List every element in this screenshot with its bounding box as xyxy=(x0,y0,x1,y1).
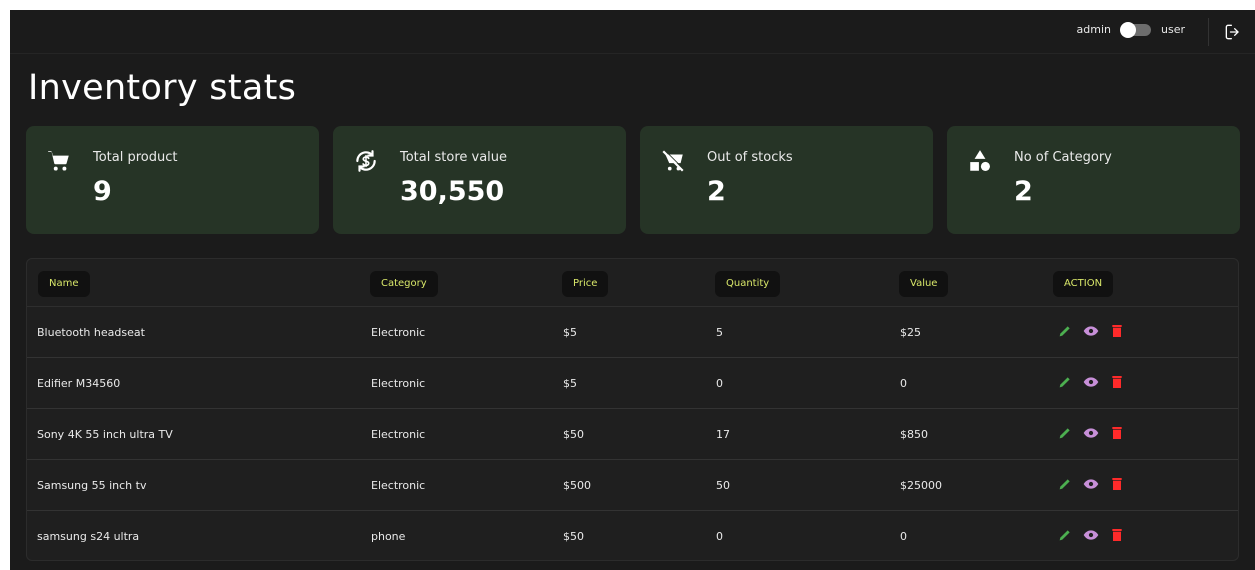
cell-quantity: 17 xyxy=(716,428,730,441)
cell-name: Edifier M34560 xyxy=(37,377,121,390)
table-header: Name Category Price Quantity Value ACTIO… xyxy=(27,259,1238,307)
role-toggle[interactable] xyxy=(1120,21,1151,38)
cell-category: Electronic xyxy=(371,479,426,492)
role-user-label: user xyxy=(1161,23,1185,36)
stat-label: Total product xyxy=(93,150,178,165)
cell-price: $5 xyxy=(563,326,577,339)
divider xyxy=(1208,18,1209,46)
remove-cart-icon xyxy=(662,149,685,172)
cell-price: $5 xyxy=(563,377,577,390)
toggle-knob xyxy=(1120,21,1136,38)
cell-name: Sony 4K 55 inch ultra TV xyxy=(37,428,173,441)
edit-icon[interactable] xyxy=(1057,323,1073,339)
table-row: Bluetooth headseat Electronic $5 5 $25 xyxy=(27,307,1238,358)
cell-value: 0 xyxy=(900,530,907,543)
table-row: Samsung 55 inch tv Electronic $500 50 $2… xyxy=(27,460,1238,511)
cell-quantity: 5 xyxy=(716,326,723,339)
cell-name: Bluetooth headseat xyxy=(37,326,145,339)
cell-quantity: 50 xyxy=(716,479,730,492)
edit-icon[interactable] xyxy=(1057,374,1073,390)
view-icon[interactable] xyxy=(1083,425,1099,441)
cell-value: $25000 xyxy=(900,479,942,492)
cell-price: $50 xyxy=(563,428,584,441)
row-actions xyxy=(1057,476,1135,492)
delete-icon[interactable] xyxy=(1109,374,1125,390)
stat-value: 9 xyxy=(93,176,112,207)
cell-price: $500 xyxy=(563,479,591,492)
table-body: Bluetooth headseat Electronic $5 5 $25 E… xyxy=(27,307,1238,560)
stat-label: Out of stocks xyxy=(707,150,793,165)
stat-card-out-of-stocks: Out of stocks 2 xyxy=(640,126,933,234)
edit-icon[interactable] xyxy=(1057,527,1073,543)
view-icon[interactable] xyxy=(1083,527,1099,543)
role-switch: admin user xyxy=(1076,21,1185,38)
stats-cards: Total product 9 Total store value 30,550… xyxy=(26,126,1240,234)
stat-label: No of Category xyxy=(1014,150,1112,165)
delete-icon[interactable] xyxy=(1109,323,1125,339)
edit-icon[interactable] xyxy=(1057,476,1073,492)
header-action[interactable]: ACTION xyxy=(1053,271,1114,297)
cell-quantity: 0 xyxy=(716,530,723,543)
cell-value: 0 xyxy=(900,377,907,390)
cell-price: $50 xyxy=(563,530,584,543)
inventory-table: Name Category Price Quantity Value ACTIO… xyxy=(26,258,1239,561)
row-actions xyxy=(1057,374,1135,390)
cell-value: $25 xyxy=(900,326,921,339)
table-row: samsung s24 ultra phone $50 0 0 xyxy=(27,511,1238,560)
delete-icon[interactable] xyxy=(1109,476,1125,492)
cell-category: Electronic xyxy=(371,377,426,390)
cell-category: Electronic xyxy=(371,326,426,339)
cell-name: samsung s24 ultra xyxy=(37,530,140,543)
cell-name: Samsung 55 inch tv xyxy=(37,479,147,492)
currency-exchange-icon xyxy=(356,150,376,172)
cell-value: $850 xyxy=(900,428,928,441)
delete-icon[interactable] xyxy=(1109,425,1125,441)
shapes-icon xyxy=(970,150,990,171)
view-icon[interactable] xyxy=(1083,476,1099,492)
stat-value: 2 xyxy=(707,176,726,207)
cell-quantity: 0 xyxy=(716,377,723,390)
stat-card-no-of-category: No of Category 2 xyxy=(947,126,1240,234)
cart-icon xyxy=(48,151,69,171)
header-price[interactable]: Price xyxy=(562,271,609,297)
app-window: admin user Inventory stats Total product… xyxy=(10,10,1255,570)
page-title: Inventory stats xyxy=(28,68,297,108)
table-row: Sony 4K 55 inch ultra TV Electronic $50 … xyxy=(27,409,1238,460)
stat-label: Total store value xyxy=(400,150,508,165)
table-row: Edifier M34560 Electronic $5 0 0 xyxy=(27,358,1238,409)
top-bar: admin user xyxy=(10,10,1255,54)
row-actions xyxy=(1057,323,1135,339)
delete-icon[interactable] xyxy=(1109,527,1125,543)
row-actions xyxy=(1057,425,1135,441)
header-category[interactable]: Category xyxy=(370,271,438,297)
row-actions xyxy=(1057,527,1135,543)
stat-value: 30,550 xyxy=(400,176,505,207)
stat-card-total-store-value: Total store value 30,550 xyxy=(333,126,626,234)
header-value[interactable]: Value xyxy=(899,271,949,297)
role-admin-label: admin xyxy=(1076,23,1111,36)
view-icon[interactable] xyxy=(1083,323,1099,339)
cell-category: phone xyxy=(371,530,406,543)
cell-category: Electronic xyxy=(371,428,426,441)
stat-value: 2 xyxy=(1014,176,1033,207)
header-quantity[interactable]: Quantity xyxy=(715,271,781,297)
view-icon[interactable] xyxy=(1083,374,1099,390)
header-name[interactable]: Name xyxy=(38,271,90,297)
logout-icon[interactable] xyxy=(1223,22,1243,42)
edit-icon[interactable] xyxy=(1057,425,1073,441)
stat-card-total-product: Total product 9 xyxy=(26,126,319,234)
